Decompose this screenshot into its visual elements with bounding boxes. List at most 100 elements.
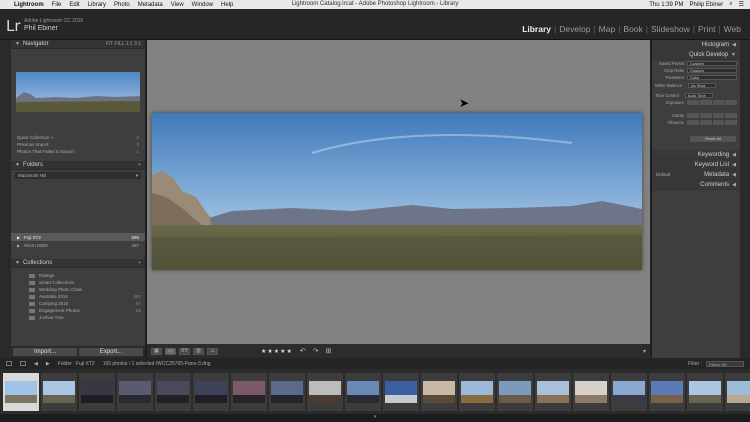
module-print[interactable]: Print <box>695 24 718 34</box>
add-folder-icon[interactable]: + <box>138 162 141 168</box>
back-arrow-icon[interactable]: ◀ <box>34 361 38 367</box>
collection-item[interactable]: Smart Collections <box>11 279 145 286</box>
clarity-buttons[interactable] <box>687 113 737 118</box>
menu-help[interactable]: Help <box>221 2 233 8</box>
folder-fuji-xt2[interactable]: ▶ Fuji XT2 596 <box>11 233 145 241</box>
menu-metadata[interactable]: Metadata <box>138 2 163 8</box>
filmstrip-cell[interactable] <box>459 372 495 411</box>
catalog-quick-collection[interactable]: Quick Collection +0 <box>11 134 145 141</box>
loupe-view-icon[interactable]: ▭ <box>165 347 176 355</box>
filter-select[interactable]: Filters Off <box>706 360 744 367</box>
loupe-view[interactable]: ➤ <box>147 40 650 344</box>
collections-header[interactable]: ▼ Collections + <box>11 259 145 268</box>
histogram-header[interactable]: Histogram ◀ <box>652 40 740 50</box>
module-web[interactable]: Web <box>721 24 744 34</box>
menu-file[interactable]: File <box>52 2 62 8</box>
panorama-photo[interactable] <box>152 113 642 270</box>
right-panel-edge[interactable] <box>740 40 750 358</box>
collection-item[interactable]: Australia 2016 457 <box>11 293 145 300</box>
menu-library[interactable]: Library <box>88 2 106 8</box>
comments-header[interactable]: Comments ◀ <box>652 180 740 190</box>
filmstrip-cell[interactable] <box>383 372 419 411</box>
toolbar-menu-icon[interactable]: ▾ <box>643 348 646 355</box>
menu-window[interactable]: Window <box>192 2 213 8</box>
collection-item[interactable]: Ratings <box>11 272 145 279</box>
folders-header[interactable]: ▼ Folders + <box>11 161 145 170</box>
filmstrip-cell[interactable] <box>307 372 343 411</box>
menu-edit[interactable]: Edit <box>69 2 79 8</box>
vibrance-buttons[interactable] <box>687 120 737 125</box>
filmstrip-cell[interactable] <box>725 372 750 411</box>
filmstrip-cell[interactable] <box>421 372 457 411</box>
collection-item[interactable]: Wedding Photo Class <box>11 286 145 293</box>
filmstrip-cell[interactable] <box>269 372 305 411</box>
filmstrip-cell[interactable] <box>231 372 267 411</box>
module-book[interactable]: Book <box>620 24 645 34</box>
module-library[interactable]: Library <box>519 24 554 34</box>
survey-view-icon[interactable]: ▥ <box>193 347 204 355</box>
keywording-header[interactable]: Keywording ◀ <box>652 150 740 160</box>
filmstrip-cell[interactable] <box>79 372 115 411</box>
filmstrip-cell[interactable] <box>41 372 77 411</box>
filmstrip-cell[interactable] <box>573 372 609 411</box>
grid-view-icon[interactable]: ▦ <box>151 347 162 355</box>
navigator-zoom-options[interactable]: FIT FILL 1:1 3:1 <box>106 41 141 47</box>
filmstrip-cell[interactable] <box>117 372 153 411</box>
quick-develop-header[interactable]: Quick Develop ▼ <box>652 50 740 60</box>
catalog-failed-export[interactable]: Photos That Failed to Export 1 <box>11 148 145 155</box>
treatment-select[interactable]: Color <box>687 75 737 80</box>
collection-item[interactable]: Engagement Photos 62 <box>11 307 145 314</box>
module-develop[interactable]: Develop <box>556 24 593 34</box>
drive-row[interactable]: Macintosh HD ▾ <box>15 172 141 179</box>
left-panel-edge[interactable] <box>0 40 11 358</box>
filmstrip-cell[interactable] <box>649 372 685 411</box>
filmstrip-cell[interactable] <box>345 372 381 411</box>
navigator-preview[interactable] <box>16 72 140 112</box>
filmstrip-cell[interactable] <box>611 372 647 411</box>
reset-all-button[interactable]: Reset All <box>690 136 736 142</box>
notification-icon[interactable]: ☰ <box>739 1 744 8</box>
rotate-left-icon[interactable]: ↶ <box>300 347 306 355</box>
compare-view-icon[interactable]: XY <box>179 347 190 355</box>
import-button[interactable]: Import... <box>13 348 77 356</box>
crop-ratio-select[interactable]: Custom <box>687 68 737 73</box>
filmstrip-cell[interactable] <box>497 372 533 411</box>
filmstrip-cell[interactable] <box>193 372 229 411</box>
auto-tone-button[interactable]: Auto Tone <box>684 92 713 98</box>
metadata-preset[interactable]: Default <box>656 172 670 177</box>
painter-icon[interactable]: ⊞ <box>326 347 332 355</box>
filmstrip-cell[interactable] <box>687 372 723 411</box>
filmstrip-folder[interactable]: Folder : Fuji XT2 <box>58 361 95 367</box>
user-name[interactable]: Philip Ebiner <box>690 2 724 8</box>
app-menu[interactable]: Lightroom <box>14 2 44 8</box>
expand-arrow-icon[interactable]: ▶ <box>17 235 20 240</box>
filmstrip[interactable] <box>0 369 750 414</box>
expand-arrow-icon[interactable]: ▶ <box>17 243 20 248</box>
collection-item[interactable]: Camping 2016 67 <box>11 300 145 307</box>
menu-view[interactable]: View <box>171 2 184 8</box>
filmstrip-cell[interactable] <box>155 372 191 411</box>
white-balance-select[interactable]: As Shot <box>688 82 716 88</box>
export-button[interactable]: Export... <box>79 348 143 356</box>
module-slideshow[interactable]: Slideshow <box>648 24 693 34</box>
collection-item[interactable]: Joshua Tree <box>11 314 145 321</box>
keyword-list-header[interactable]: Keyword List ◀ <box>652 160 740 170</box>
forward-arrow-icon[interactable]: ▶ <box>46 361 50 367</box>
spotlight-icon[interactable]: ⌕ <box>729 1 732 8</box>
secondary-window-icon[interactable] <box>6 361 12 366</box>
clock[interactable]: Thu 1:39 PM <box>649 2 683 8</box>
main-window-icon[interactable] <box>20 361 26 366</box>
folder-nikon-d800[interactable]: ▶ Nikon D800 287 <box>11 241 145 249</box>
module-map[interactable]: Map <box>596 24 619 34</box>
filmstrip-cell[interactable] <box>3 372 39 411</box>
menu-photo[interactable]: Photo <box>114 2 130 8</box>
metadata-header[interactable]: Default Metadata ◀ <box>652 170 740 180</box>
filmstrip-cell[interactable] <box>535 372 571 411</box>
people-view-icon[interactable]: ☺ <box>207 347 218 355</box>
rating-stars[interactable]: ★★★★★ <box>261 348 293 355</box>
drive-options-icon[interactable]: ▾ <box>136 173 138 179</box>
saved-preset-select[interactable]: Custom <box>687 61 737 66</box>
navigator-header[interactable]: ▼ Navigator FIT FILL 1:1 3:1 <box>11 40 145 49</box>
filmstrip-toggle-icon[interactable]: ▾ <box>0 414 750 422</box>
rotate-right-icon[interactable]: ↷ <box>313 347 319 355</box>
